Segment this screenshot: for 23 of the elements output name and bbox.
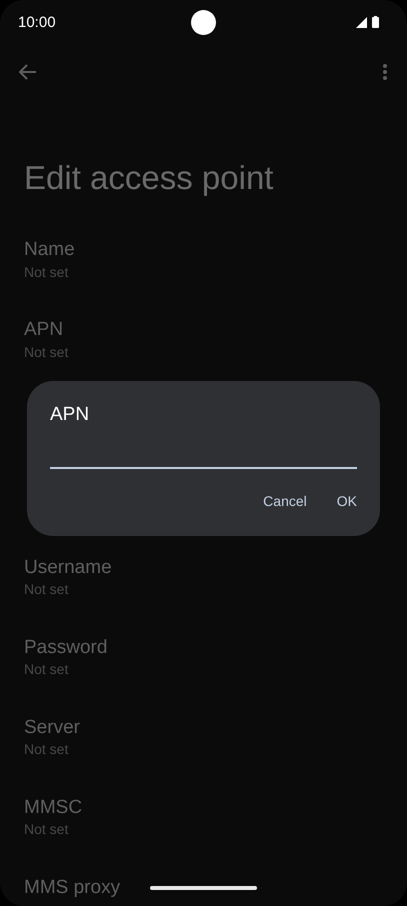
- dialog-button[interactable]: OK: [326, 486, 367, 514]
- setting-value: Not set: [24, 740, 70, 759]
- setting-value: Not set: [24, 342, 70, 362]
- camera-icon: [191, 10, 216, 35]
- setting-label[interactable]: MMS proxy: [24, 878, 407, 896]
- setting-label[interactable]: Name: [24, 240, 407, 259]
- dialog-title: APN: [50, 402, 90, 426]
- setting-label[interactable]: MMSC: [24, 798, 407, 816]
- setting-value: Not set: [24, 580, 70, 599]
- signal-icon: [356, 16, 367, 28]
- status-time: 10:00: [18, 14, 56, 30]
- page-title: Edit access point: [24, 158, 274, 198]
- setting-value: Not set: [24, 660, 70, 679]
- setting-label[interactable]: Server: [24, 718, 407, 736]
- more-icon[interactable]: [383, 64, 387, 80]
- setting-label[interactable]: Username: [24, 558, 407, 576]
- back-icon[interactable]: [19, 64, 37, 80]
- battery-icon: [372, 16, 379, 28]
- setting-value: Not set: [24, 262, 70, 282]
- setting-value: Not set: [24, 820, 70, 839]
- dialog-button[interactable]: Cancel: [253, 486, 317, 514]
- setting-label[interactable]: APN: [24, 320, 407, 339]
- setting-label[interactable]: Password: [24, 638, 407, 656]
